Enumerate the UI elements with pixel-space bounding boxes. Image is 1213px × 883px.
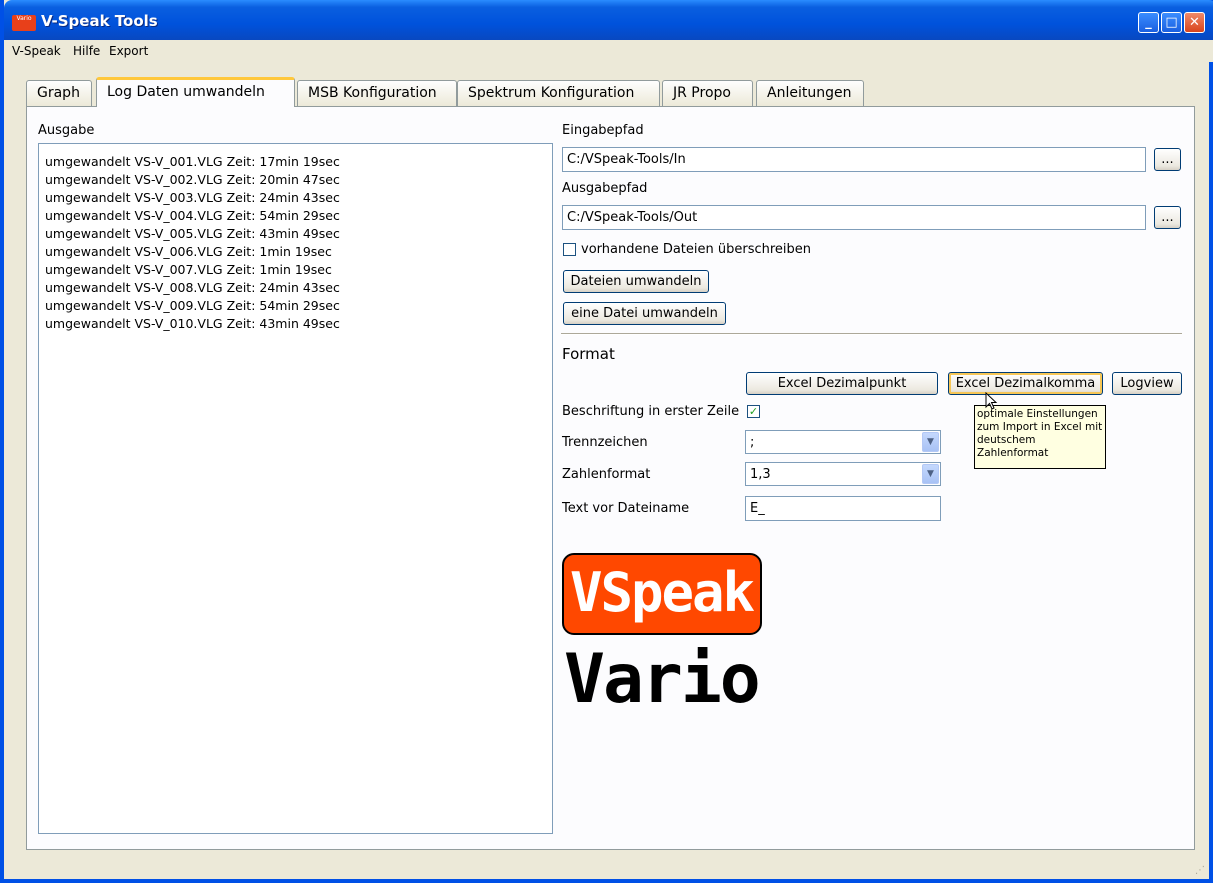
overwrite-checkbox[interactable] (563, 243, 576, 256)
output-line: umgewandelt VS-V_009.VLG Zeit: 54min 29s… (45, 298, 340, 313)
window-title: V-Speak Tools (41, 12, 158, 30)
input-browse-button[interactable]: ... (1154, 148, 1181, 171)
tab-jr-propo[interactable]: JR Propo (662, 80, 753, 106)
close-button[interactable]: ✕ (1184, 12, 1205, 33)
tab-msb[interactable]: MSB Konfiguration (297, 80, 457, 106)
input-path-field[interactable]: C:/VSpeak-Tools/In (562, 147, 1146, 172)
number-format-select[interactable]: 1,3 ▼ (745, 462, 941, 486)
output-line: umgewandelt VS-V_006.VLG Zeit: 1min 19se… (45, 244, 332, 259)
resize-grip-icon[interactable]: ⋰ (1195, 865, 1207, 877)
output-line: umgewandelt VS-V_001.VLG Zeit: 17min 19s… (45, 154, 340, 169)
chevron-down-icon: ▼ (922, 432, 939, 452)
output-line: umgewandelt VS-V_010.VLG Zeit: 43min 49s… (45, 316, 340, 331)
tooltip-line: deutschem (977, 434, 1036, 446)
tooltip-line: Zahlenformat (977, 447, 1049, 459)
menu-bar: V-Speak Hilfe Export (8, 40, 1213, 62)
convert-files-button[interactable]: Dateien umwandeln (563, 270, 709, 293)
output-list[interactable]: umgewandelt VS-V_001.VLG Zeit: 17min 19s… (38, 143, 553, 834)
excel-point-button[interactable]: Excel Dezimalpunkt (746, 372, 938, 395)
header-row-checkbox[interactable]: ✓ (747, 405, 760, 418)
prefix-label: Text vor Dateiname (562, 501, 690, 516)
output-line: umgewandelt VS-V_004.VLG Zeit: 54min 29s… (45, 208, 340, 223)
menu-hilfe[interactable]: Hilfe (73, 44, 100, 58)
output-line: umgewandelt VS-V_005.VLG Zeit: 43min 49s… (45, 226, 340, 241)
tab-graph[interactable]: Graph (26, 80, 92, 106)
tooltip-line: zum Import in Excel mit (977, 421, 1103, 433)
separator-value: ; (750, 435, 755, 450)
output-line: umgewandelt VS-V_008.VLG Zeit: 24min 43s… (45, 280, 340, 295)
mouse-cursor-icon (985, 392, 998, 410)
tab-anleitungen[interactable]: Anleitungen (756, 80, 864, 106)
maximize-button[interactable]: □ (1161, 12, 1182, 33)
output-browse-button[interactable]: ... (1154, 206, 1181, 229)
prefix-field[interactable]: E_ (745, 496, 941, 521)
number-format-value: 1,3 (750, 467, 771, 482)
input-path-label: Eingabepfad (562, 123, 644, 138)
app-icon: Vario (12, 15, 36, 31)
output-path-label: Ausgabepfad (562, 181, 648, 196)
separator-label: Trennzeichen (562, 435, 648, 450)
separator-select[interactable]: ; ▼ (745, 430, 941, 454)
minimize-button[interactable]: _ (1138, 12, 1159, 33)
tab-spektrum[interactable]: Spektrum Konfiguration (457, 80, 660, 106)
excel-comma-button[interactable]: Excel Dezimalkomma (948, 372, 1103, 395)
tab-log-daten[interactable]: Log Daten umwandeln (96, 77, 295, 107)
number-format-label: Zahlenformat (562, 467, 651, 482)
logo-vspeak-text: VSpeak (570, 561, 755, 624)
menu-vspeak[interactable]: V-Speak (12, 44, 61, 58)
overwrite-label: vorhandene Dateien überschreiben (581, 242, 812, 257)
chevron-down-icon: ▼ (922, 464, 939, 484)
vario-logo: Vario (564, 640, 761, 719)
format-heading: Format (562, 345, 615, 363)
separator (561, 333, 1182, 335)
vspeak-logo: VSpeak (562, 553, 762, 635)
logview-button[interactable]: Logview (1112, 372, 1182, 395)
output-label: Ausgabe (38, 123, 95, 138)
convert-one-button[interactable]: eine Datei umwandeln (563, 302, 726, 325)
header-row-label: Beschriftung in erster Zeile (562, 404, 740, 419)
tooltip: optimale Einstellungen zum Import in Exc… (974, 405, 1106, 469)
title-bar[interactable]: Vario V-Speak Tools _ □ ✕ (4, 0, 1213, 40)
output-line: umgewandelt VS-V_002.VLG Zeit: 20min 47s… (45, 172, 340, 187)
output-path-field[interactable]: C:/VSpeak-Tools/Out (562, 205, 1146, 230)
menu-export[interactable]: Export (109, 44, 148, 58)
output-line: umgewandelt VS-V_003.VLG Zeit: 24min 43s… (45, 190, 340, 205)
output-line: umgewandelt VS-V_007.VLG Zeit: 1min 19se… (45, 262, 332, 277)
